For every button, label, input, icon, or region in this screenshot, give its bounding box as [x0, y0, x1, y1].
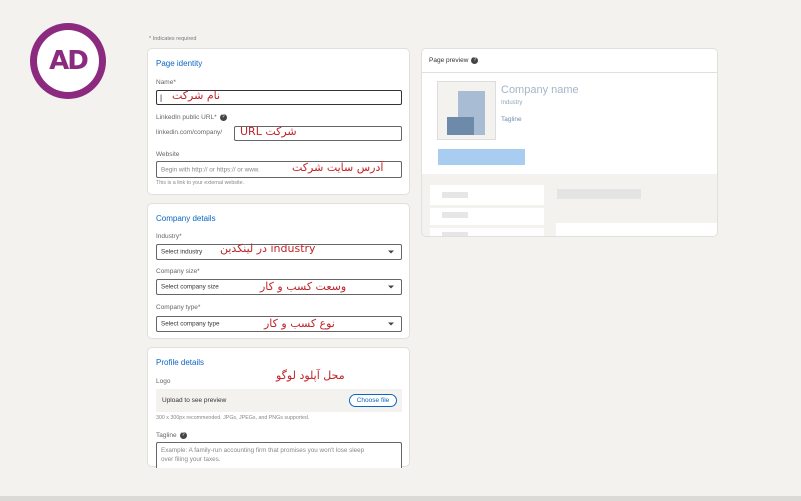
help-icon[interactable]: ? — [179, 432, 187, 439]
tagline-label-text: Tagline — [156, 432, 177, 440]
preview-nav-item — [442, 212, 468, 218]
company-type-select-value: Select company type — [161, 320, 220, 328]
preview-nav-divider — [430, 205, 544, 208]
required-note: * Indicates required — [149, 36, 197, 42]
page-identity-title: Page identity — [156, 59, 203, 68]
preview-industry: Industry — [501, 100, 523, 106]
brand-logo-inner: AD — [37, 30, 99, 92]
company-type-annotation: نوع کسب و کار — [264, 317, 335, 330]
website-label: Website — [156, 151, 180, 158]
tagline-placeholder-line-2: over filing your taxes. — [161, 456, 221, 463]
page-identity-card: Page identity Name* | نام شرکت LinkedIn … — [147, 48, 410, 195]
upload-text: Upload to see preview — [162, 397, 227, 404]
name-input-value: | — [160, 93, 163, 102]
company-details-title: Company details — [156, 214, 216, 223]
profile-details-card: Profile details Logo محل آپلود لوگو Uplo… — [147, 347, 410, 468]
page-preview-title: Page preview? — [429, 57, 479, 65]
tagline-placeholder-line-1: Example: A family-run accounting firm th… — [161, 447, 365, 454]
chevron-down-icon — [388, 285, 394, 289]
linkedin-url-prefix: linkedin.com/company/ — [156, 129, 223, 136]
preview-divider — [422, 72, 717, 73]
preview-nav-item — [442, 192, 468, 198]
company-size-annotation: وسعت کسب و کار — [260, 280, 347, 293]
company-size-label: Company size* — [156, 268, 200, 275]
brand-logo: AD — [30, 23, 106, 99]
linkedin-url-annotation: شرکت URL — [240, 125, 297, 138]
tagline-label: Tagline? — [156, 432, 187, 439]
logo-upload-area[interactable]: Upload to see preview Choose file — [156, 389, 402, 412]
company-type-label: Company type* — [156, 304, 201, 311]
industry-annotation: industry در لینکدین — [220, 242, 316, 255]
name-label: Name* — [156, 79, 176, 86]
industry-label: Industry* — [156, 233, 182, 240]
website-help-text: This is a link to your external website. — [156, 180, 245, 186]
preview-content-bar — [557, 189, 641, 199]
preview-tagline: Tagline — [501, 116, 522, 123]
bottom-edge — [0, 496, 801, 501]
brand-logo-text: AD — [49, 46, 89, 76]
logo-help-text: 300 x 300px recommended. JPGs, JPEGs, an… — [156, 415, 310, 421]
page-preview-card: Page preview? Company name Industry Tagl… — [421, 48, 718, 237]
name-annotation: نام شرکت — [172, 89, 221, 102]
industry-select-value: Select industry — [161, 248, 203, 256]
preview-logo-placeholder — [437, 81, 496, 140]
preview-follow-button — [438, 149, 525, 165]
website-annotation: آدرس سایت شرکت — [292, 161, 384, 174]
logo-label: Logo — [156, 378, 171, 385]
linkedin-url-label-text: LinkedIn public URL* — [156, 114, 217, 122]
company-details-card: Company details Industry* Select industr… — [147, 203, 410, 339]
preview-content-panel — [556, 223, 717, 236]
preview-logo-shape-dark — [447, 117, 474, 135]
help-icon[interactable]: ? — [471, 57, 479, 64]
preview-nav-divider — [430, 225, 544, 228]
tagline-textarea[interactable]: Example: A family-run accounting firm th… — [156, 442, 402, 468]
logo-annotation: محل آپلود لوگو — [276, 369, 345, 382]
page-preview-title-text: Page preview — [429, 57, 469, 65]
chevron-down-icon — [388, 250, 394, 254]
profile-details-title: Profile details — [156, 358, 205, 367]
chevron-down-icon — [388, 322, 394, 326]
website-placeholder: Begin with http:// or https:// or www. — [161, 166, 260, 173]
help-icon[interactable]: ? — [219, 114, 227, 121]
preview-company-name: Company name — [501, 84, 579, 96]
linkedin-url-label: LinkedIn public URL*? — [156, 114, 227, 121]
choose-file-button[interactable]: Choose file — [349, 394, 397, 407]
company-size-select-value: Select company size — [161, 283, 219, 291]
preview-nav-item — [442, 232, 468, 236]
